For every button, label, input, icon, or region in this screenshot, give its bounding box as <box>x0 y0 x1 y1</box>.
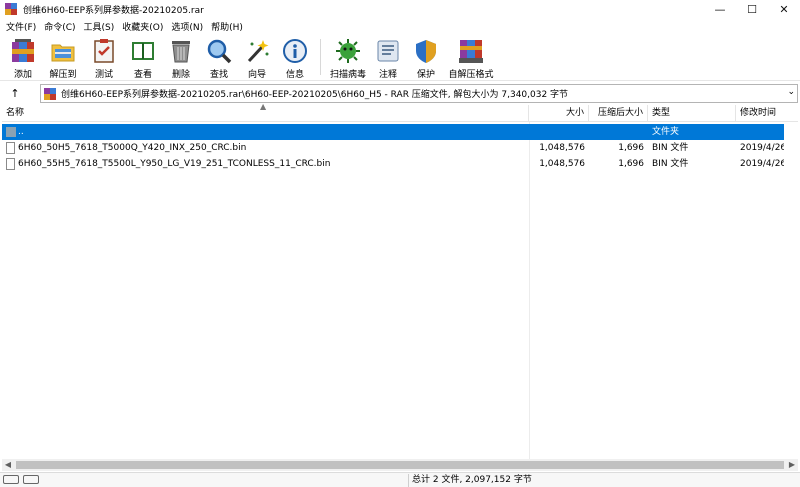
list-item-file[interactable]: 6H60_55H5_7618_T5500L_Y950_LG_V19_251_TC… <box>2 156 798 172</box>
extract-folder-icon <box>49 37 77 65</box>
add-books-icon <box>9 37 37 65</box>
menu-tools[interactable]: 工具(S) <box>80 20 119 33</box>
scroll-left-icon[interactable]: ◀ <box>2 459 14 471</box>
shield-icon <box>412 37 440 65</box>
row-name: 6H60_50H5_7618_T5000Q_Y420_INX_250_CRC.b… <box>18 143 247 153</box>
test-clipboard-icon <box>90 37 118 65</box>
column-divider <box>529 122 530 459</box>
wizard-wand-icon <box>243 37 271 65</box>
extract-to-label: 解压到 <box>49 70 77 80</box>
row-type: BIN 文件 <box>652 143 689 153</box>
drive-icon[interactable] <box>3 475 19 484</box>
scroll-thumb[interactable] <box>16 461 784 469</box>
row-packed-size: 1,696 <box>618 143 644 153</box>
menu-file[interactable]: 文件(F) <box>2 20 40 33</box>
address-bar: ↑ 创维6H60-EEP系列屏参数据-20210205.rar\6H60-EEP… <box>0 83 800 104</box>
window-title: 创维6H60-EEP系列屏参数据-20210205.rar <box>23 5 204 16</box>
chevron-down-icon[interactable]: ⌄ <box>787 87 795 97</box>
vertical-scrollbar[interactable] <box>784 122 798 459</box>
row-type: BIN 文件 <box>652 159 689 169</box>
find-label: 查找 <box>209 70 228 80</box>
toolbar-separator <box>320 39 321 75</box>
trash-icon <box>167 37 195 65</box>
toolbar: 添加 解压到 测试 查看 删除 查找 向导 信息 扫描病毒 注释 保护 自解压格… <box>0 35 800 81</box>
delete-button[interactable]: 删除 <box>162 35 200 81</box>
file-icon <box>6 142 15 154</box>
comment-button[interactable]: 注释 <box>369 35 407 81</box>
test-label: 测试 <box>94 70 113 80</box>
path-text: 创维6H60-EEP系列屏参数据-20210205.rar\6H60-EEP-2… <box>61 90 569 100</box>
path-field[interactable]: 创维6H60-EEP系列屏参数据-20210205.rar\6H60-EEP-2… <box>40 84 798 103</box>
status-divider <box>408 474 409 487</box>
sort-up-icon: ▲ <box>260 102 267 111</box>
add-label: 添加 <box>13 70 32 80</box>
scroll-right-icon[interactable]: ▶ <box>786 459 798 471</box>
test-button[interactable]: 测试 <box>84 35 124 81</box>
add-button[interactable]: 添加 <box>4 35 42 81</box>
protect-button[interactable]: 保护 <box>407 35 445 81</box>
find-button[interactable]: 查找 <box>200 35 238 81</box>
wizard-label: 向导 <box>247 70 266 80</box>
virus-scan-icon <box>334 37 362 65</box>
row-type: 文件夹 <box>652 127 680 137</box>
wizard-button[interactable]: 向导 <box>238 35 276 81</box>
menu-help[interactable]: 帮助(H) <box>207 20 247 33</box>
row-modified: 2019/4/26 18 <box>740 159 788 169</box>
view-book-icon <box>129 37 157 65</box>
view-button[interactable]: 查看 <box>124 35 162 81</box>
row-size: 1,048,576 <box>539 159 585 169</box>
virus-scan-button[interactable]: 扫描病毒 <box>327 35 369 81</box>
list-item-parent-folder[interactable]: .. 文件夹 <box>2 124 798 140</box>
key-icon[interactable] <box>23 475 39 484</box>
info-button[interactable]: 信息 <box>276 35 314 81</box>
column-modified[interactable]: 修改时间 <box>736 105 798 122</box>
file-list: 名称 ▲ 大小 压缩后大小 类型 修改时间 .. 文件夹 6H60_50H5_7… <box>2 102 798 459</box>
info-icon <box>281 37 309 65</box>
view-label: 查看 <box>133 70 152 80</box>
archive-icon <box>44 87 56 100</box>
column-type[interactable]: 类型 <box>648 105 736 122</box>
status-summary: 总计 2 文件, 2,097,152 字节 <box>412 475 532 485</box>
horizontal-scrollbar[interactable]: ◀ ▶ <box>2 459 798 471</box>
menu-options[interactable]: 选项(N) <box>167 20 207 33</box>
row-packed-size: 1,696 <box>618 159 644 169</box>
info-label: 信息 <box>285 70 304 80</box>
maximize-button[interactable]: ☐ <box>736 0 768 18</box>
extract-to-button[interactable]: 解压到 <box>42 35 84 81</box>
file-icon <box>6 158 15 170</box>
row-name: 6H60_55H5_7618_T5500L_Y950_LG_V19_251_TC… <box>18 159 331 169</box>
row-modified: 2019/4/26 18 <box>740 143 788 153</box>
row-size: 1,048,576 <box>539 143 585 153</box>
minimize-button[interactable]: — <box>704 0 736 18</box>
winrar-app-icon <box>5 3 17 15</box>
list-item-file[interactable]: 6H60_50H5_7618_T5000Q_Y420_INX_250_CRC.b… <box>2 140 798 156</box>
column-size[interactable]: 大小 <box>529 105 589 122</box>
row-name: .. <box>18 127 24 137</box>
protect-label: 保护 <box>416 70 435 80</box>
sfx-archive-icon <box>457 37 485 65</box>
delete-label: 删除 <box>171 70 190 80</box>
close-button[interactable]: ✕ <box>768 0 800 18</box>
menu-bar: 文件(F) 命令(C) 工具(S) 收藏夹(O) 选项(N) 帮助(H) <box>0 18 800 34</box>
menu-commands[interactable]: 命令(C) <box>40 20 79 33</box>
parent-folder-icon <box>6 127 16 137</box>
status-bar: 总计 2 文件, 2,097,152 字节 <box>0 472 800 487</box>
comment-label: 注释 <box>378 70 397 80</box>
list-header: 名称 ▲ 大小 压缩后大小 类型 修改时间 <box>2 102 798 122</box>
magnifier-icon <box>205 37 233 65</box>
title-bar: 创维6H60-EEP系列屏参数据-20210205.rar — ☐ ✕ <box>0 0 800 18</box>
column-packed-size[interactable]: 压缩后大小 <box>589 105 648 122</box>
sfx-label: 自解压格式 <box>448 70 494 80</box>
comment-icon <box>374 37 402 65</box>
up-arrow-icon[interactable]: ↑ <box>0 83 30 104</box>
virus-scan-label: 扫描病毒 <box>329 70 366 80</box>
sfx-button[interactable]: 自解压格式 <box>445 35 497 81</box>
menu-favorites[interactable]: 收藏夹(O) <box>118 20 167 33</box>
